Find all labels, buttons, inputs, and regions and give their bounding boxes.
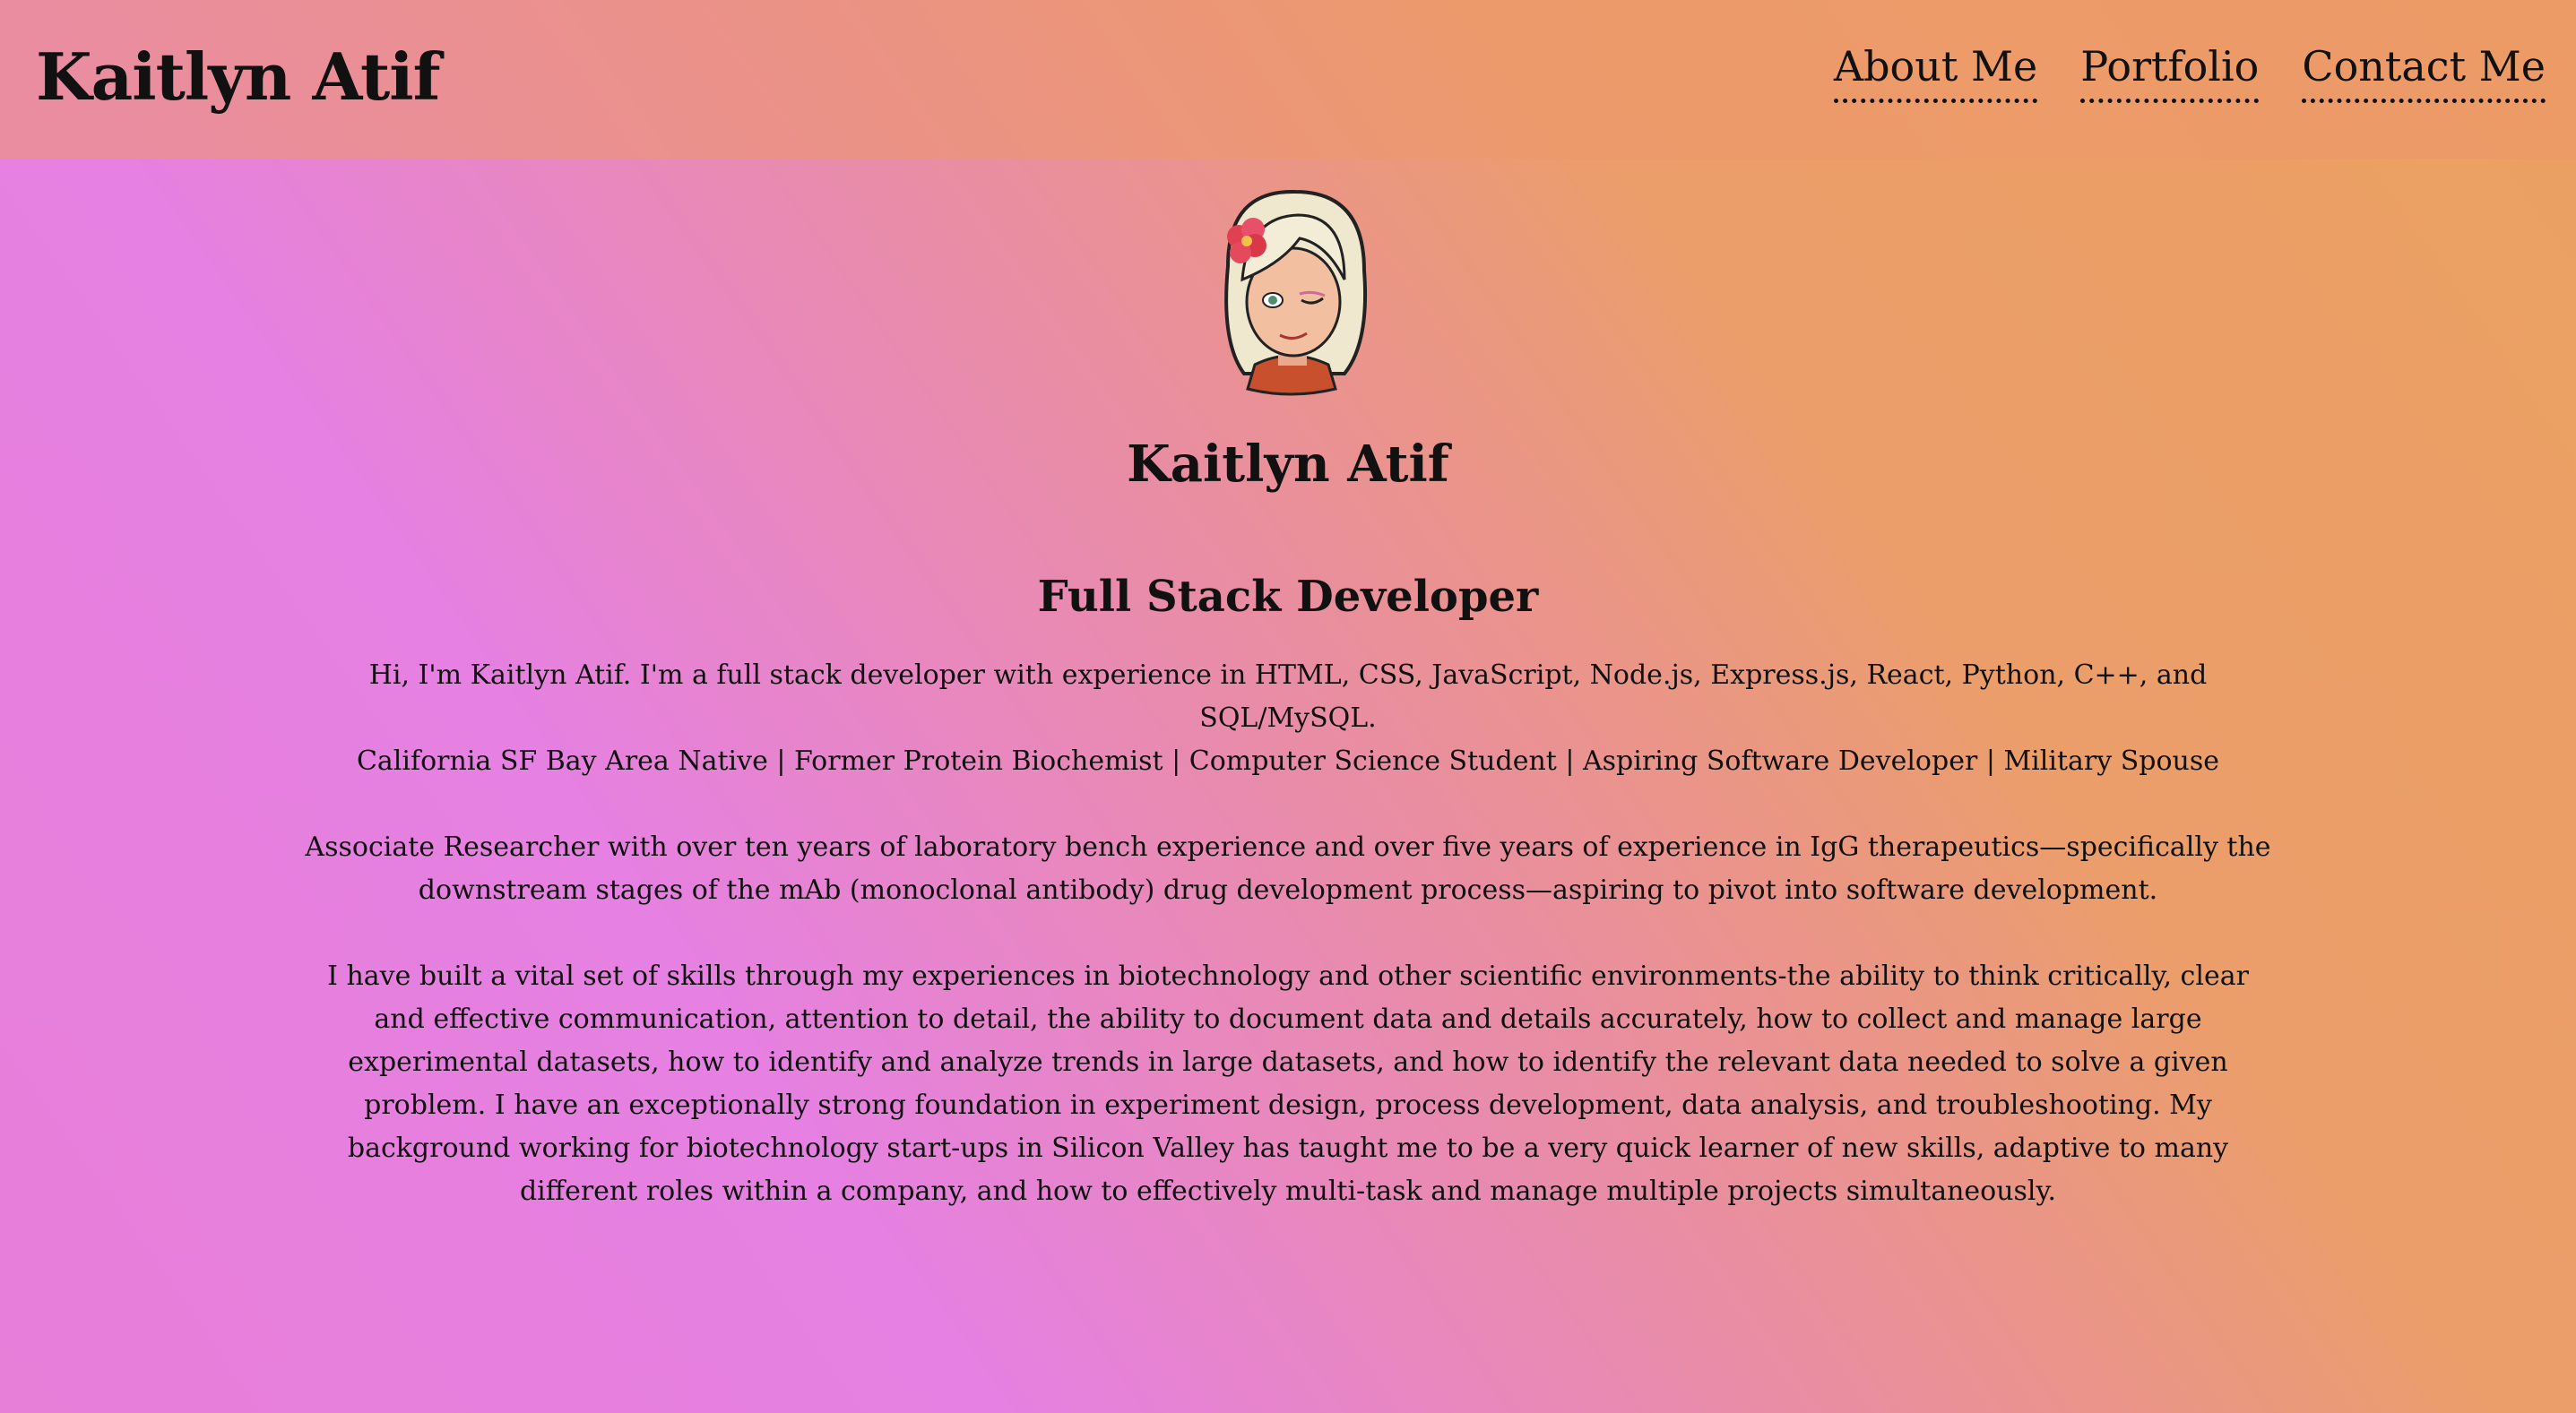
site-title: Kaitlyn Atif bbox=[36, 39, 441, 115]
bio-paragraph-experience: Associate Researcher with over ten years… bbox=[305, 831, 2271, 906]
profile-role: Full Stack Developer bbox=[1037, 572, 1539, 622]
main-nav: About Me Portfolio Contact Me bbox=[1833, 34, 2546, 103]
site-header: Kaitlyn Atif About Me Portfolio Contact … bbox=[0, 0, 2576, 159]
bio-section: Hi, I'm Kaitlyn Atif. I'm a full stack d… bbox=[305, 654, 2271, 1256]
nav-portfolio[interactable]: Portfolio bbox=[2080, 34, 2260, 103]
profile-name: Kaitlyn Atif bbox=[1127, 435, 1449, 494]
avatar-icon bbox=[1224, 189, 1368, 396]
bio-paragraph-skills: I have built a vital set of skills throu… bbox=[327, 961, 2249, 1207]
nav-about-me[interactable]: About Me bbox=[1833, 34, 2038, 103]
intro-line-2: California SF Bay Area Native | Former P… bbox=[356, 745, 2220, 777]
nav-contact-me[interactable]: Contact Me bbox=[2302, 34, 2546, 103]
intro-line-1: Hi, I'm Kaitlyn Atif. I'm a full stack d… bbox=[368, 659, 2208, 734]
